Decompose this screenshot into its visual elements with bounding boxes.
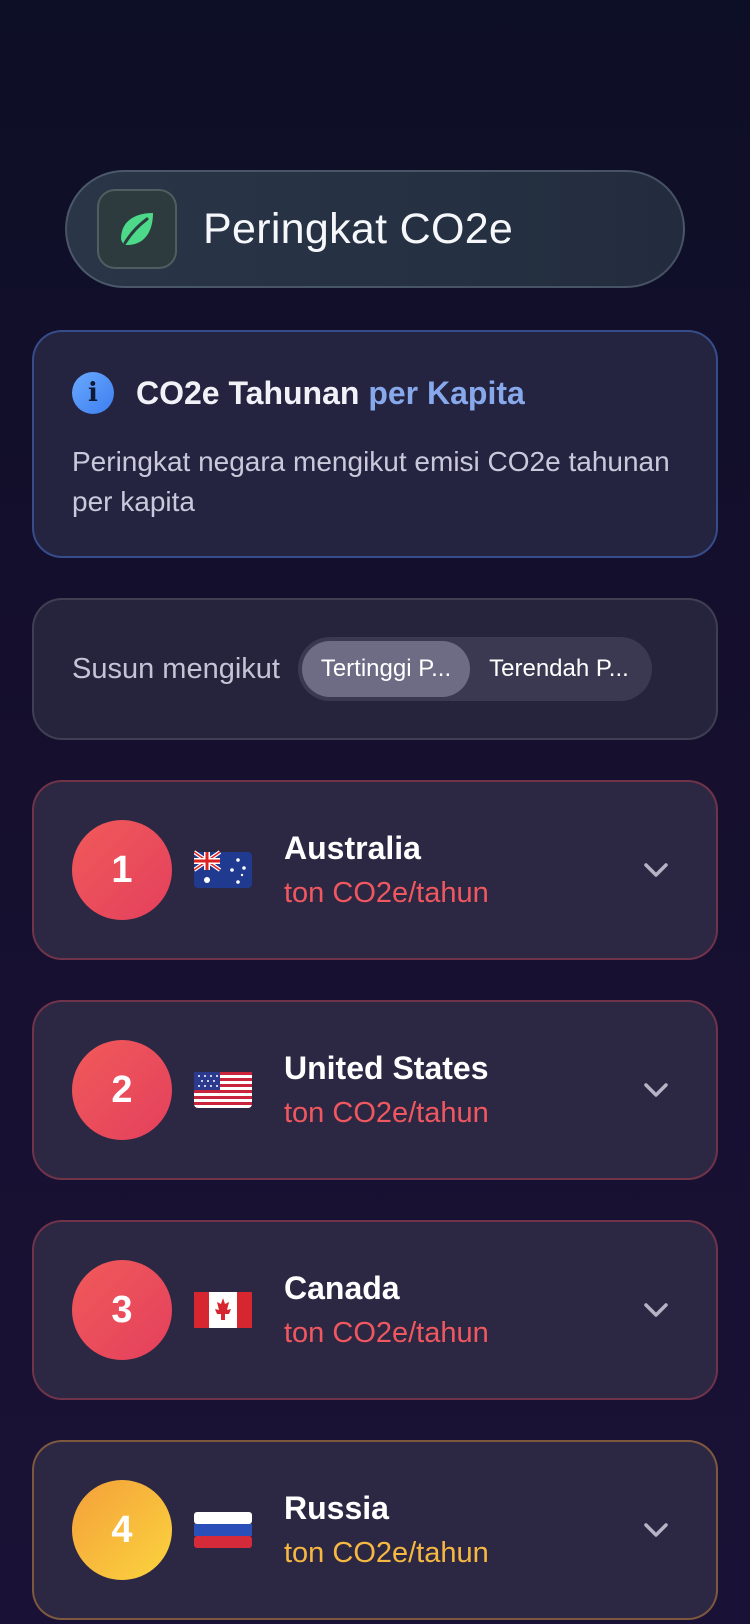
chevron-down-icon[interactable] [636,1510,676,1550]
sort-option-highest[interactable]: Tertinggi P... [301,641,470,697]
screen: Peringkat CO2e i CO2e Tahunan per Kapita… [0,0,750,1624]
info-title-row: i CO2e Tahunan per Kapita [72,372,678,414]
info-title-part2: per Kapita [368,374,525,411]
ranking-card[interactable]: 1 Australia ton CO2e/tahun [32,780,718,960]
sort-card: Susun mengikut Tertinggi P... Terendah P… [32,598,718,740]
country-name: Russia [284,1490,389,1526]
sort-segmented-control: Tertinggi P... Terendah P... [297,637,652,701]
russia-flag-icon [194,1512,252,1548]
ranking-text: Australia ton CO2e/tahun [284,830,636,910]
rank-badge: 2 [72,1040,172,1140]
ranking-card[interactable]: 3 Canada ton CO2e/tahun [32,1220,718,1400]
chevron-down-icon[interactable] [636,1070,676,1110]
emission-unit: ton CO2e/tahun [284,1537,489,1569]
rank-badge: 3 [72,1260,172,1360]
info-title-part1: CO2e Tahunan [136,374,369,411]
country-name: Canada [284,1270,400,1306]
title-header: Peringkat CO2e [65,170,685,288]
sort-option-lowest[interactable]: Terendah P... [470,641,648,697]
country-name: Australia [284,830,421,866]
rank-badge: 1 [72,820,172,920]
usa-flag-icon [194,1072,252,1108]
chevron-down-icon[interactable] [636,1290,676,1330]
info-card: i CO2e Tahunan per Kapita Peringkat nega… [32,330,718,558]
sort-label: Susun mengikut [72,652,280,685]
chevron-down-icon[interactable] [636,850,676,890]
emission-unit: ton CO2e/tahun [284,1317,489,1349]
page-title: Peringkat CO2e [203,204,514,253]
info-title: CO2e Tahunan per Kapita [136,375,525,412]
info-icon: i [72,372,114,414]
info-description: Peringkat negara mengikut emisi CO2e tah… [72,446,670,517]
emission-unit: ton CO2e/tahun [284,877,489,909]
ranking-text: Canada ton CO2e/tahun [284,1270,636,1350]
ranking-text: United States ton CO2e/tahun [284,1050,636,1130]
ranking-card[interactable]: 4 Russia ton CO2e/tahun [32,1440,718,1620]
country-name: United States [284,1050,489,1086]
rank-badge: 4 [72,1480,172,1580]
emission-unit: ton CO2e/tahun [284,1097,489,1129]
ranking-text: Russia ton CO2e/tahun [284,1490,636,1570]
ranking-card[interactable]: 2 United States ton CO2e/tahun [32,1000,718,1180]
australia-flag-icon [194,850,252,888]
canada-flag-icon [194,1292,252,1328]
leaf-icon [97,189,177,269]
